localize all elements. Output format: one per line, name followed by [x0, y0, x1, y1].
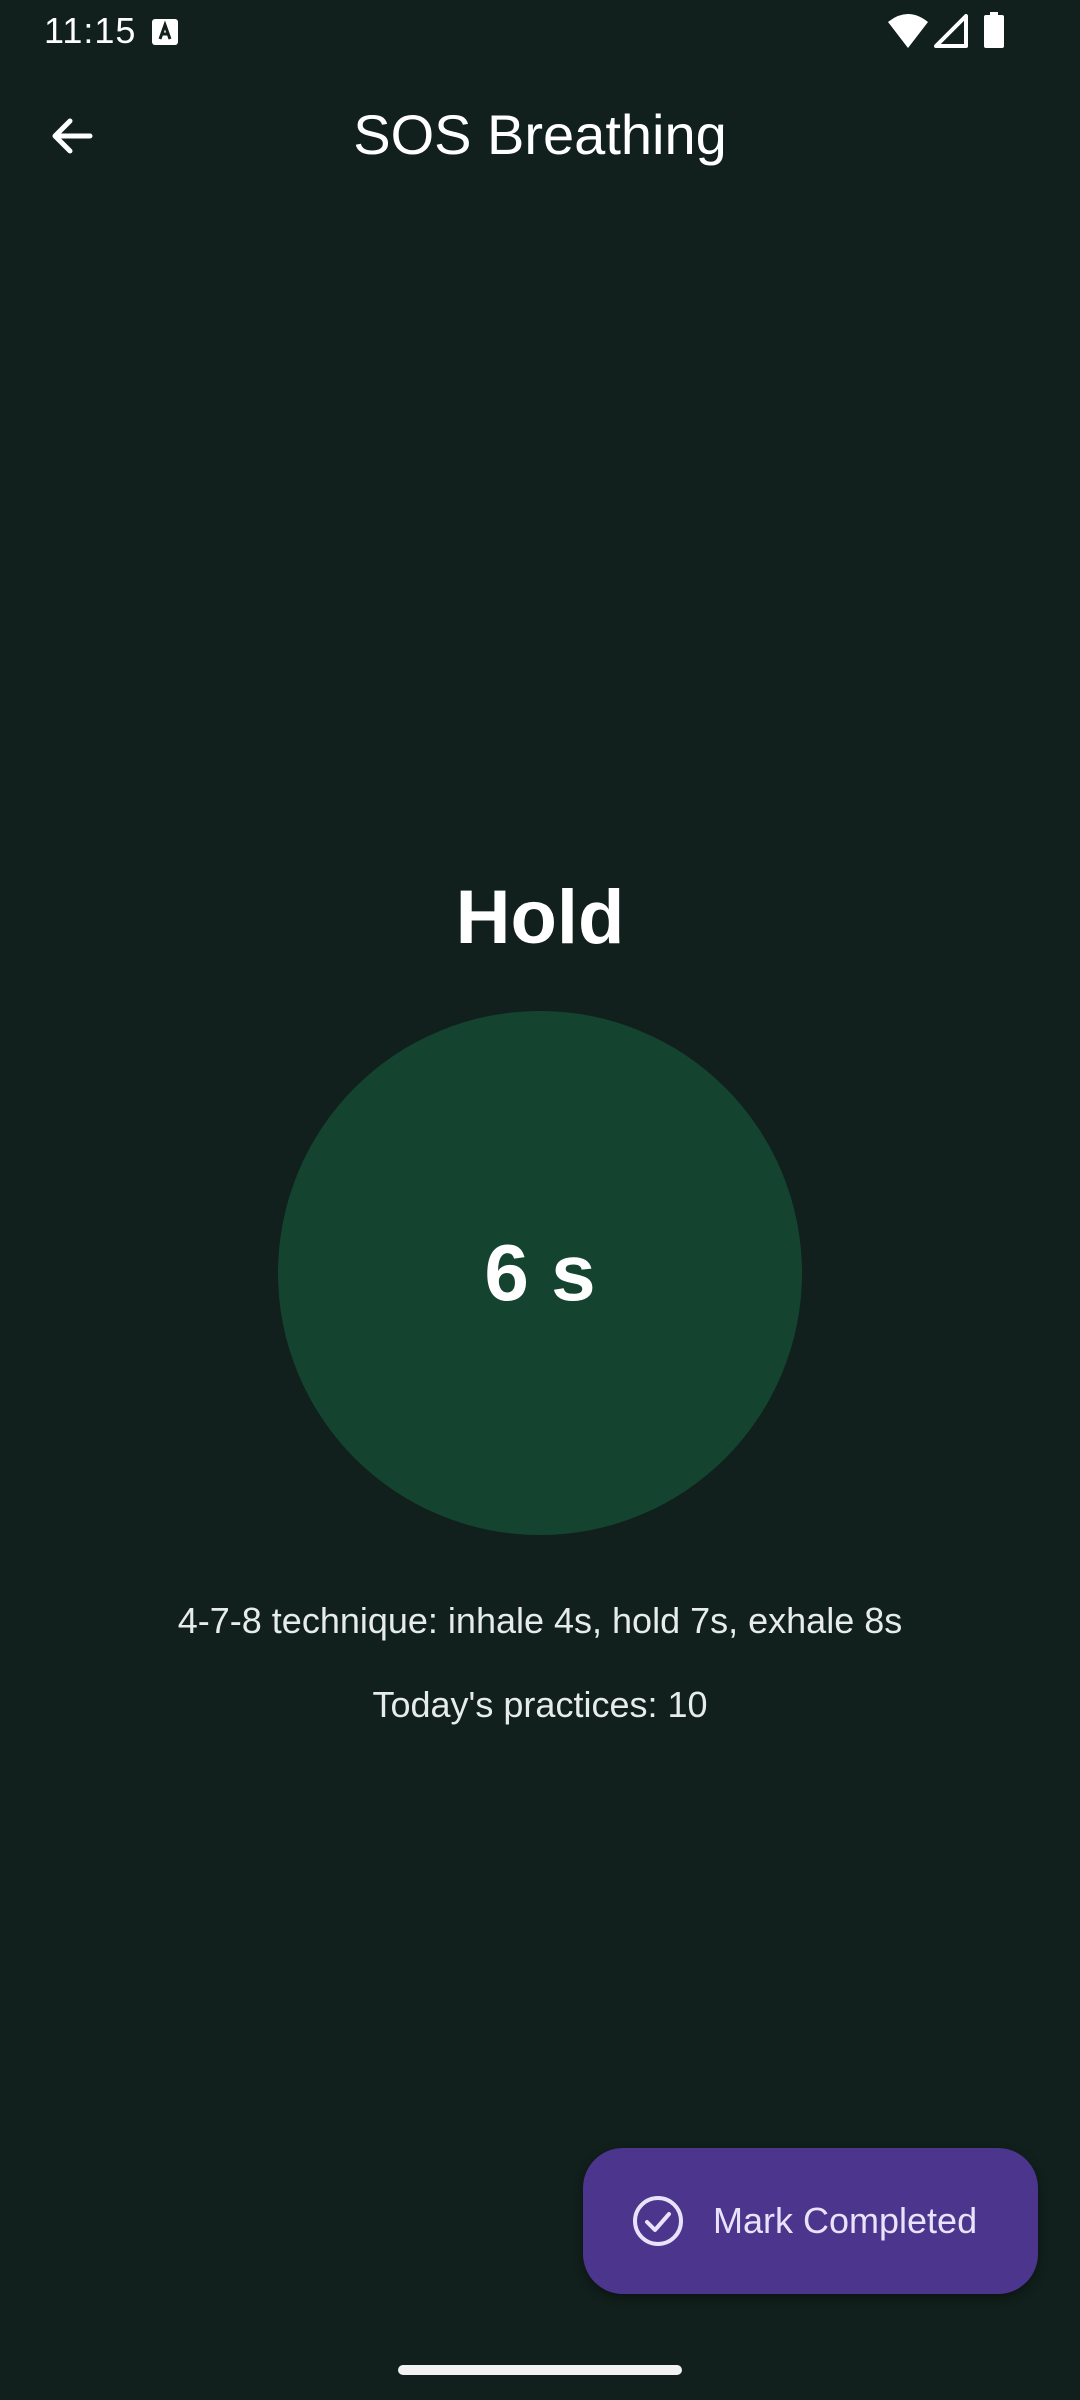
home-indicator[interactable] [398, 2365, 682, 2375]
technique-description: 4-7-8 technique: inhale 4s, hold 7s, exh… [177, 1600, 903, 1641]
mark-completed-label: Mark Completed [713, 2200, 978, 2241]
breathing-phase-label: Hold [455, 875, 625, 960]
text-a-icon [152, 19, 178, 45]
app-bar: SOS Breathing [0, 64, 1080, 208]
cell-signal-icon [934, 14, 968, 48]
breathing-circle: 6 s [278, 1011, 802, 1535]
status-time: 11:15 [44, 10, 137, 51]
check-circle-icon [633, 2196, 683, 2246]
mark-completed-button[interactable]: Mark Completed [583, 2148, 1038, 2294]
battery-icon [984, 12, 1004, 48]
page-title: SOS Breathing [353, 103, 727, 166]
countdown-timer: 6 s [484, 1228, 596, 1317]
status-bar: 11:15 [0, 0, 1080, 64]
wifi-icon [888, 14, 928, 48]
practices-count: Today's practices: 10 [372, 1684, 708, 1725]
